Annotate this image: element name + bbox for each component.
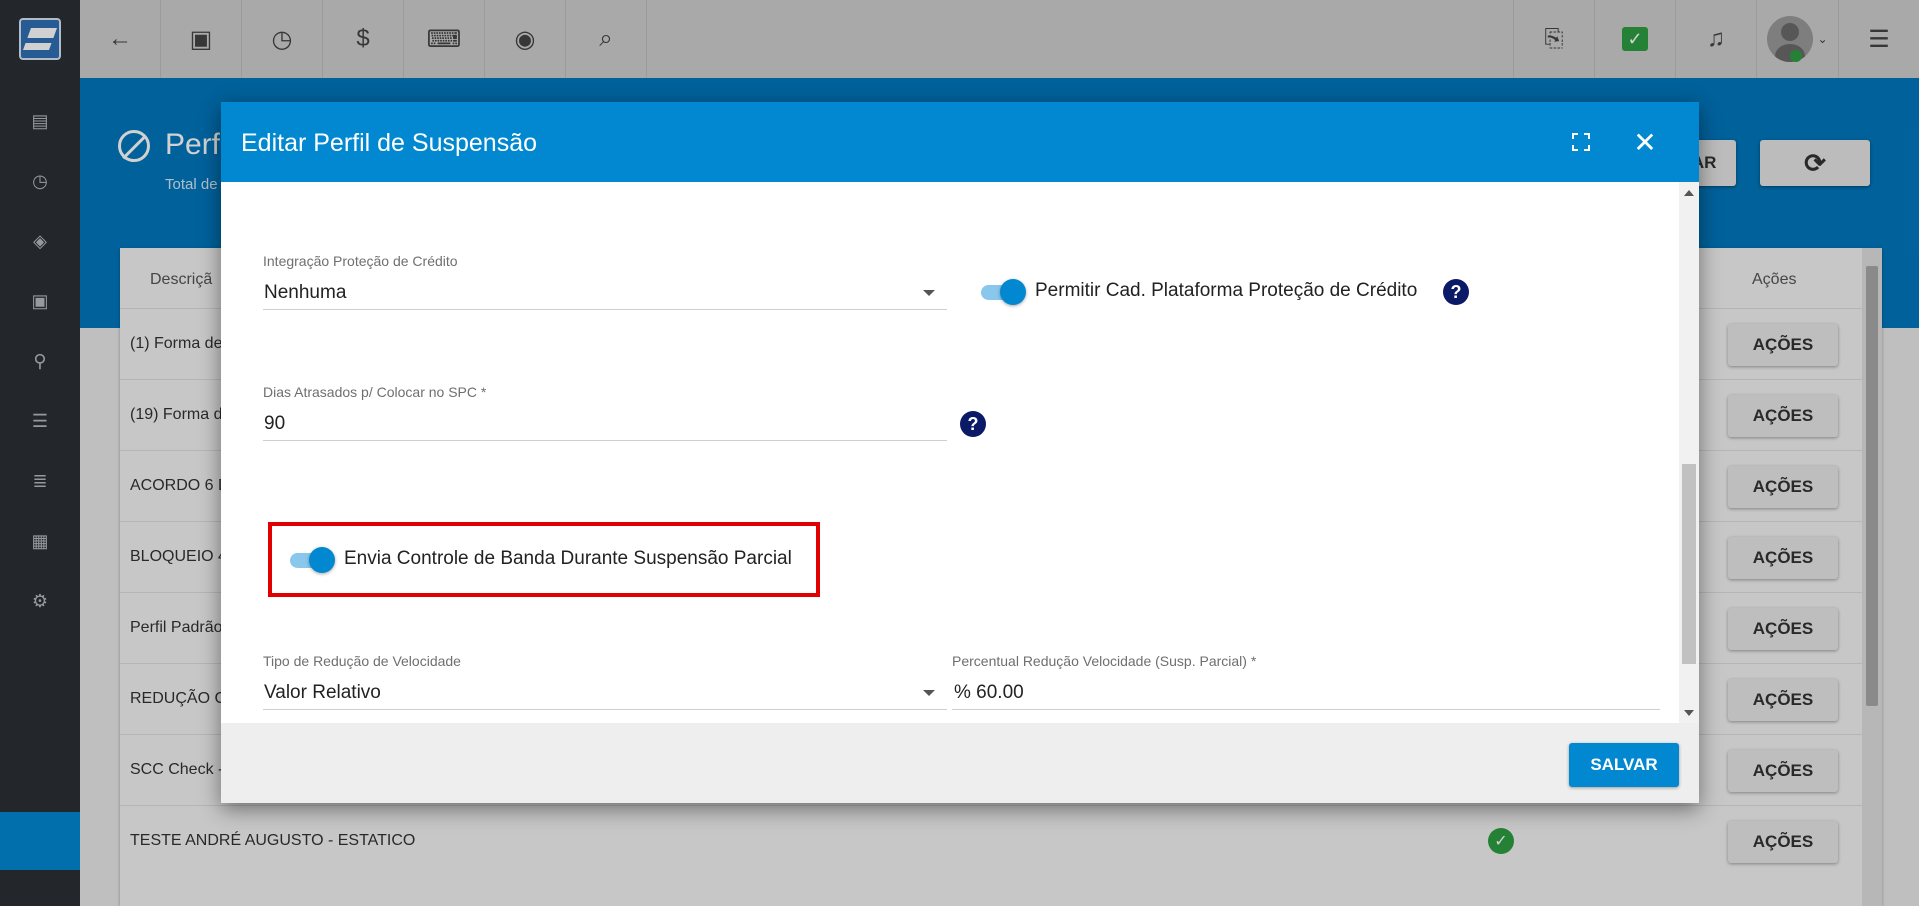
tipo-reducao-label: Tipo de Redução de Velocidade <box>263 653 461 669</box>
integracao-label: Integração Proteção de Crédito <box>263 253 458 269</box>
scroll-down-icon[interactable] <box>1684 710 1694 716</box>
dias-atrasados-label: Dias Atrasados p/ Colocar no SPC * <box>263 384 487 400</box>
dialog-footer: SALVAR <box>221 723 1699 803</box>
scroll-up-icon[interactable] <box>1684 190 1694 196</box>
fullscreen-icon[interactable] <box>1572 133 1590 151</box>
tipo-reducao-underline <box>263 709 947 710</box>
dias-atrasados-underline <box>263 440 947 441</box>
tipo-reducao-select[interactable]: Valor Relativo <box>264 682 381 704</box>
dialog-body: Integração Proteção de Crédito Nenhuma P… <box>221 182 1699 723</box>
envia-controle-toggle[interactable] <box>290 547 335 573</box>
help-icon[interactable]: ? <box>1443 279 1469 305</box>
dialog-title: Editar Perfil de Suspensão <box>241 129 538 157</box>
dias-atrasados-input[interactable]: 90 <box>264 413 285 435</box>
save-button[interactable]: SALVAR <box>1569 743 1679 787</box>
percentual-label: Percentual Redução Velocidade (Susp. Par… <box>952 653 1257 669</box>
percentual-underline <box>952 709 1660 710</box>
integracao-underline <box>263 309 947 310</box>
dialog-scroll-thumb[interactable] <box>1682 464 1696 664</box>
dialog-scrollbar[interactable] <box>1679 182 1699 723</box>
edit-suspension-profile-dialog: Editar Perfil de Suspensão ✕ Integração … <box>221 102 1699 803</box>
envia-controle-label: Envia Controle de Banda Durante Suspensã… <box>344 548 792 569</box>
help-icon[interactable]: ? <box>960 411 986 437</box>
percentual-input[interactable]: % 60.00 <box>954 682 1024 704</box>
dialog-header: Editar Perfil de Suspensão ✕ <box>221 102 1699 182</box>
integracao-select[interactable]: Nenhuma <box>264 282 346 304</box>
chevron-down-icon[interactable] <box>923 690 935 696</box>
permitir-cad-toggle[interactable] <box>981 279 1026 305</box>
close-icon[interactable]: ✕ <box>1627 124 1663 160</box>
permitir-cad-label: Permitir Cad. Plataforma Proteção de Cré… <box>1035 280 1418 301</box>
chevron-down-icon[interactable] <box>923 290 935 296</box>
